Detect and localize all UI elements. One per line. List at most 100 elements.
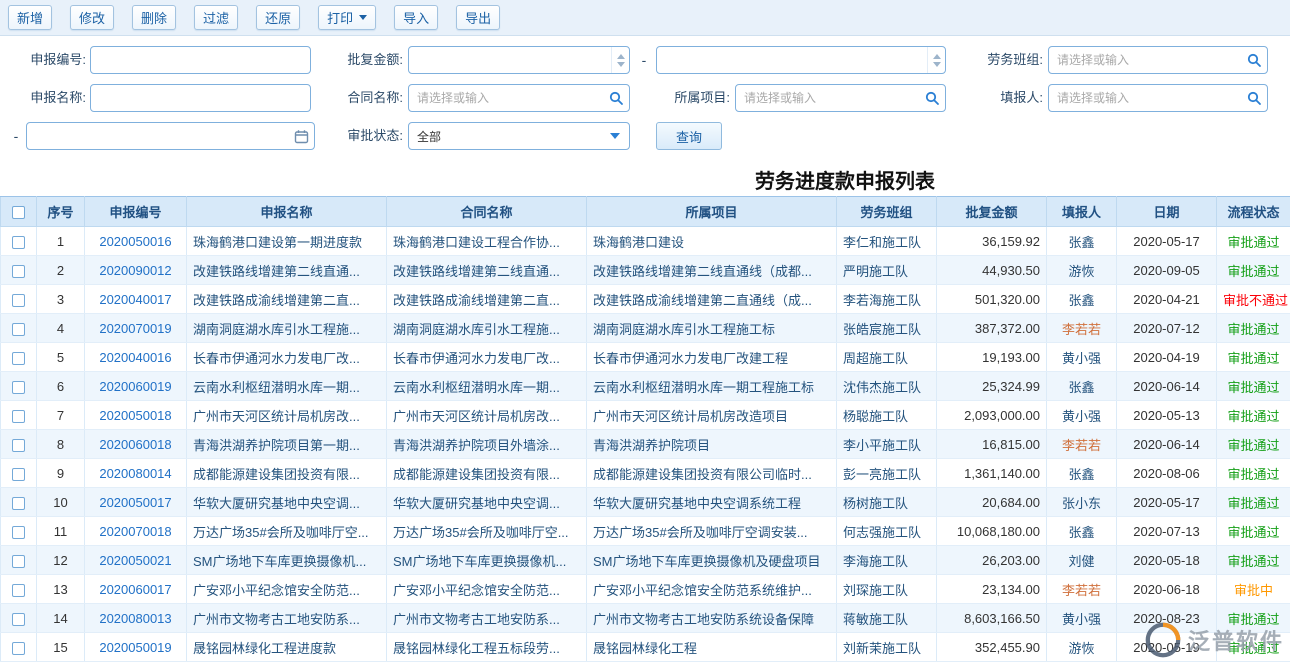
cell-date: 2020-08-23 bbox=[1117, 604, 1217, 633]
cell-declare-code[interactable]: 2020060017 bbox=[85, 575, 187, 604]
labor-team-input[interactable] bbox=[1049, 47, 1241, 73]
toolbar-button-1[interactable]: 修改 bbox=[70, 5, 114, 30]
table-row[interactable]: 52020040016长春市伊通河水力发电厂改...长春市伊通河水力发电厂改..… bbox=[1, 343, 1290, 372]
row-checkbox[interactable] bbox=[12, 410, 25, 423]
row-checkbox[interactable] bbox=[12, 323, 25, 336]
search-icon[interactable] bbox=[1241, 47, 1267, 73]
table-row[interactable]: 32020040017改建铁路成渝线增建第二直...改建铁路成渝线增建第二直..… bbox=[1, 285, 1290, 314]
row-checkbox[interactable] bbox=[12, 294, 25, 307]
table-row[interactable]: 92020080014成都能源建设集团投资有限...成都能源建设集团投资有限..… bbox=[1, 459, 1290, 488]
row-checkbox[interactable] bbox=[12, 236, 25, 249]
search-icon[interactable] bbox=[1241, 85, 1267, 111]
row-checkbox[interactable] bbox=[12, 265, 25, 278]
row-checkbox[interactable] bbox=[12, 526, 25, 539]
table-row[interactable]: 12020050016珠海鹤港口建设第一期进度款珠海鹤港口建设工程合作协...珠… bbox=[1, 227, 1290, 256]
row-checkbox[interactable] bbox=[12, 468, 25, 481]
cell-labor-team: 李若海施工队 bbox=[837, 285, 937, 314]
toolbar-button-5[interactable]: 打印 bbox=[318, 5, 376, 30]
cell-declare-code[interactable]: 2020050016 bbox=[85, 227, 187, 256]
row-checkbox[interactable] bbox=[12, 555, 25, 568]
cell-amount: 2,093,000.00 bbox=[937, 401, 1047, 430]
cell-status: 审批中 bbox=[1217, 575, 1290, 604]
toolbar-button-6[interactable]: 导入 bbox=[394, 5, 438, 30]
amount-min-stepper[interactable] bbox=[611, 47, 629, 73]
toolbar-button-3[interactable]: 过滤 bbox=[194, 5, 238, 30]
toolbar-button-4[interactable]: 还原 bbox=[256, 5, 300, 30]
cell-declare-code[interactable]: 2020080014 bbox=[85, 459, 187, 488]
table-row[interactable]: 132020060017广安邓小平纪念馆安全防范...广安邓小平纪念馆安全防范.… bbox=[1, 575, 1290, 604]
table-row[interactable]: 142020080013广州市文物考古工地安防系...广州市文物考古工地安防系.… bbox=[1, 604, 1290, 633]
amount-min-input[interactable] bbox=[409, 47, 611, 73]
step-up-icon[interactable] bbox=[933, 54, 941, 59]
search-icon[interactable] bbox=[919, 85, 945, 111]
cell-declare-code[interactable]: 2020070018 bbox=[85, 517, 187, 546]
cell-select bbox=[1, 285, 37, 314]
cell-declare-code[interactable]: 2020050021 bbox=[85, 546, 187, 575]
cell-seq: 3 bbox=[37, 285, 85, 314]
cell-contract-name: 晟铭园林绿化工程五标段劳... bbox=[387, 633, 587, 662]
select-all-checkbox[interactable] bbox=[12, 206, 25, 219]
cell-select bbox=[1, 256, 37, 285]
cell-declare-code[interactable]: 2020080013 bbox=[85, 604, 187, 633]
toolbar-button-7[interactable]: 导出 bbox=[456, 5, 500, 30]
declare-name-input[interactable] bbox=[90, 84, 311, 112]
cell-declare-code[interactable]: 2020050019 bbox=[85, 633, 187, 662]
cell-date: 2020-07-13 bbox=[1117, 517, 1217, 546]
row-checkbox[interactable] bbox=[12, 439, 25, 452]
row-checkbox[interactable] bbox=[12, 642, 25, 655]
search-icon[interactable] bbox=[603, 85, 629, 111]
cell-select bbox=[1, 459, 37, 488]
table-row[interactable]: 102020050017华软大厦研究基地中央空调...华软大厦研究基地中央空调.… bbox=[1, 488, 1290, 517]
approve-status-select[interactable]: 全部 bbox=[408, 122, 630, 150]
cell-declare-code[interactable]: 2020040016 bbox=[85, 343, 187, 372]
cell-status: 审批通过 bbox=[1217, 227, 1290, 256]
amount-max-stepper[interactable] bbox=[927, 47, 945, 73]
cell-date: 2020-08-06 bbox=[1117, 459, 1217, 488]
row-checkbox[interactable] bbox=[12, 352, 25, 365]
step-down-icon[interactable] bbox=[933, 62, 941, 67]
cell-select bbox=[1, 314, 37, 343]
amount-range-separator: - bbox=[638, 46, 650, 74]
cell-declare-name: 珠海鹤港口建设第一期进度款 bbox=[187, 227, 387, 256]
step-up-icon[interactable] bbox=[617, 54, 625, 59]
declare-no-input[interactable] bbox=[90, 46, 311, 74]
cell-declare-code[interactable]: 2020040017 bbox=[85, 285, 187, 314]
table-row[interactable]: 42020070019湖南洞庭湖水库引水工程施...湖南洞庭湖水库引水工程施..… bbox=[1, 314, 1290, 343]
row-checkbox[interactable] bbox=[12, 613, 25, 626]
cell-declare-code[interactable]: 2020070019 bbox=[85, 314, 187, 343]
project-input[interactable] bbox=[736, 85, 919, 111]
cell-contract-name: 云南水利枢纽潜明水库一期... bbox=[387, 372, 587, 401]
table-row[interactable]: 112020070018万达广场35#会所及咖啡厅空...万达广场35#会所及咖… bbox=[1, 517, 1290, 546]
table-row[interactable]: 72020050018广州市天河区统计局机房改...广州市天河区统计局机房改..… bbox=[1, 401, 1290, 430]
cell-declare-code[interactable]: 2020060018 bbox=[85, 430, 187, 459]
cell-contract-name: 广州市天河区统计局机房改... bbox=[387, 401, 587, 430]
reporter-input[interactable] bbox=[1049, 85, 1241, 111]
cell-declare-code[interactable]: 2020050017 bbox=[85, 488, 187, 517]
calendar-icon[interactable] bbox=[288, 123, 314, 149]
cell-declare-name: 华软大厦研究基地中央空调... bbox=[187, 488, 387, 517]
table-row[interactable]: 62020060019云南水利枢纽潜明水库一期...云南水利枢纽潜明水库一期..… bbox=[1, 372, 1290, 401]
cell-declare-name: 长春市伊通河水力发电厂改... bbox=[187, 343, 387, 372]
cell-status: 审批通过 bbox=[1217, 430, 1290, 459]
cell-seq: 5 bbox=[37, 343, 85, 372]
row-checkbox[interactable] bbox=[12, 584, 25, 597]
row-checkbox[interactable] bbox=[12, 381, 25, 394]
query-button[interactable]: 查询 bbox=[656, 122, 722, 150]
cell-declare-code[interactable]: 2020050018 bbox=[85, 401, 187, 430]
table-row[interactable]: 82020060018青海洪湖养护院项目第一期...青海洪湖养护院项目外墙涂..… bbox=[1, 430, 1290, 459]
amount-max-input[interactable] bbox=[657, 47, 927, 73]
toolbar-button-0[interactable]: 新增 bbox=[8, 5, 52, 30]
contract-name-input[interactable] bbox=[409, 85, 603, 111]
cell-declare-code[interactable]: 2020060019 bbox=[85, 372, 187, 401]
row-checkbox[interactable] bbox=[12, 497, 25, 510]
cell-declare-code[interactable]: 2020090012 bbox=[85, 256, 187, 285]
toolbar-button-2[interactable]: 删除 bbox=[132, 5, 176, 30]
approve-status-value: 全部 bbox=[409, 128, 610, 145]
table-row[interactable]: 152020050019晟铭园林绿化工程进度款晟铭园林绿化工程五标段劳...晟铭… bbox=[1, 633, 1290, 662]
cell-labor-team: 李海施工队 bbox=[837, 546, 937, 575]
table-row[interactable]: 122020050021SM广场地下车库更换摄像机...SM广场地下车库更换摄像… bbox=[1, 546, 1290, 575]
declare-no-label: 申报编号: bbox=[8, 46, 86, 74]
step-down-icon[interactable] bbox=[617, 62, 625, 67]
table-row[interactable]: 22020090012改建铁路线增建第二线直通...改建铁路线增建第二线直通..… bbox=[1, 256, 1290, 285]
date-to-input[interactable] bbox=[27, 123, 288, 149]
